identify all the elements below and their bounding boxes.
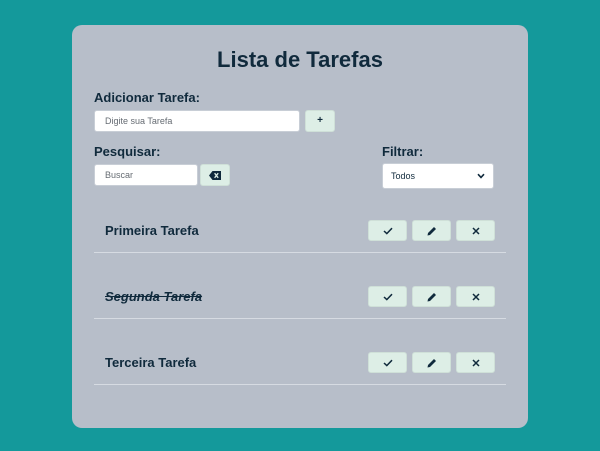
pencil-icon (427, 292, 437, 302)
complete-task-button[interactable] (368, 352, 407, 373)
task-item: Terceira Tarefa (94, 319, 506, 385)
close-icon (471, 226, 480, 235)
pencil-icon (427, 358, 437, 368)
task-name: Primeira Tarefa (105, 223, 199, 238)
check-icon (382, 293, 393, 301)
todo-card: Lista de Tarefas Adicionar Tarefa: + Pes… (72, 25, 528, 428)
search-input[interactable] (94, 164, 198, 186)
pencil-icon (427, 226, 437, 236)
complete-task-button[interactable] (368, 220, 407, 241)
remove-task-button[interactable] (456, 286, 495, 307)
remove-task-button[interactable] (456, 220, 495, 241)
add-button-label: + (317, 115, 323, 126)
page-title: Lista de Tarefas (217, 47, 383, 72)
task-name: Segunda Tarefa (105, 289, 203, 304)
add-task-button[interactable]: + (305, 110, 335, 132)
filter-label: Filtrar: (382, 144, 424, 159)
search-label: Pesquisar: (94, 144, 161, 159)
backspace-icon (209, 170, 221, 180)
filter-select[interactable]: Todos (382, 163, 494, 189)
close-icon (471, 292, 480, 301)
check-icon (382, 359, 393, 367)
task-item: Segunda Tarefa (94, 253, 506, 319)
filter-selected-value: Todos (391, 171, 416, 181)
complete-task-button[interactable] (368, 286, 407, 307)
add-task-input[interactable] (94, 110, 300, 132)
edit-task-button[interactable] (412, 352, 451, 373)
edit-task-button[interactable] (412, 220, 451, 241)
chevron-down-icon (477, 171, 485, 181)
close-icon (471, 358, 480, 367)
add-task-label: Adicionar Tarefa: (94, 90, 200, 105)
task-item: Primeira Tarefa (94, 187, 506, 253)
clear-search-button[interactable] (200, 164, 230, 186)
check-icon (382, 227, 393, 235)
task-name: Terceira Tarefa (105, 355, 197, 370)
edit-task-button[interactable] (412, 286, 451, 307)
remove-task-button[interactable] (456, 352, 495, 373)
